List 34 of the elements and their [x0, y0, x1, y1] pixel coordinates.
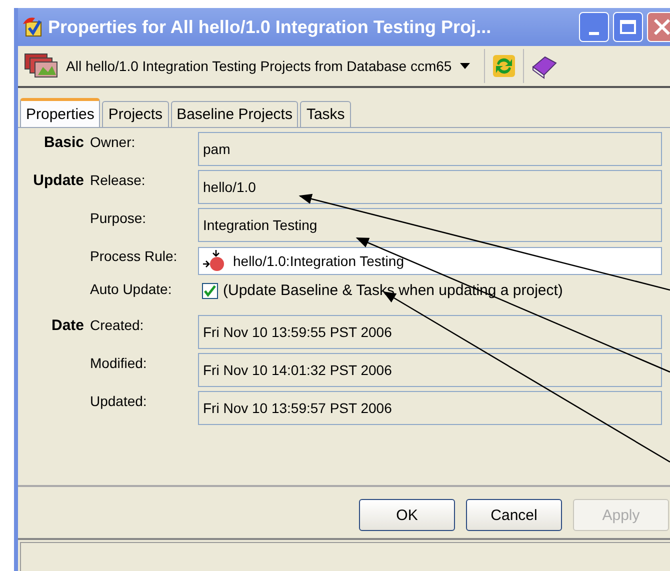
tab[interactable]: Projects: [102, 101, 169, 127]
close-icon: [652, 17, 670, 37]
dialog-button[interactable]: OK: [359, 499, 455, 531]
auto-update-checkbox[interactable]: [202, 282, 218, 298]
field-label: Created:: [90, 316, 145, 333]
dialog-button[interactable]: Cancel: [466, 499, 562, 531]
readonly-field: pam: [198, 132, 662, 166]
group-label: Date: [51, 317, 84, 334]
close-button[interactable]: [647, 12, 670, 42]
readonly-field: hello/1.0: [198, 170, 662, 204]
readonly-field: Integration Testing: [198, 208, 662, 242]
minimize-button[interactable]: [579, 12, 609, 42]
projects-stack-icon: [24, 53, 58, 79]
window-title: Properties for All hello/1.0 Integration Testing Proj...: [48, 16, 492, 38]
maximize-button[interactable]: [613, 12, 643, 42]
readonly-field: Fri Nov 10 13:59:57 PST 2006: [198, 391, 662, 425]
tab[interactable]: Baseline Projects: [170, 101, 298, 127]
group-label: Update: [33, 172, 84, 189]
field-label: Release:: [90, 171, 146, 188]
field-label: Modified:: [90, 354, 148, 371]
field-label: Process Rule:: [90, 247, 178, 264]
scope-dropdown[interactable]: All hello/1.0 Integration Testing Projects from Database ccm65: [24, 53, 480, 79]
field-label: Purpose:: [90, 209, 148, 226]
field-label: Owner:: [90, 133, 136, 150]
tab[interactable]: Tasks: [300, 101, 351, 127]
field-label: Updated:: [90, 392, 148, 409]
readonly-field: Fri Nov 10 13:59:55 PST 2006: [198, 315, 662, 349]
caret-icon: [460, 63, 470, 69]
readonly-field: Fri Nov 10 14:01:32 PST 2006: [198, 353, 662, 387]
group-label: Basic: [44, 134, 84, 151]
tab[interactable]: Properties: [20, 98, 100, 127]
field-label: Auto Update:: [90, 280, 173, 297]
process-rule-field[interactable]: hello/1.0:Integration Testing: [198, 247, 662, 275]
app-checkbox-icon: [22, 16, 44, 38]
